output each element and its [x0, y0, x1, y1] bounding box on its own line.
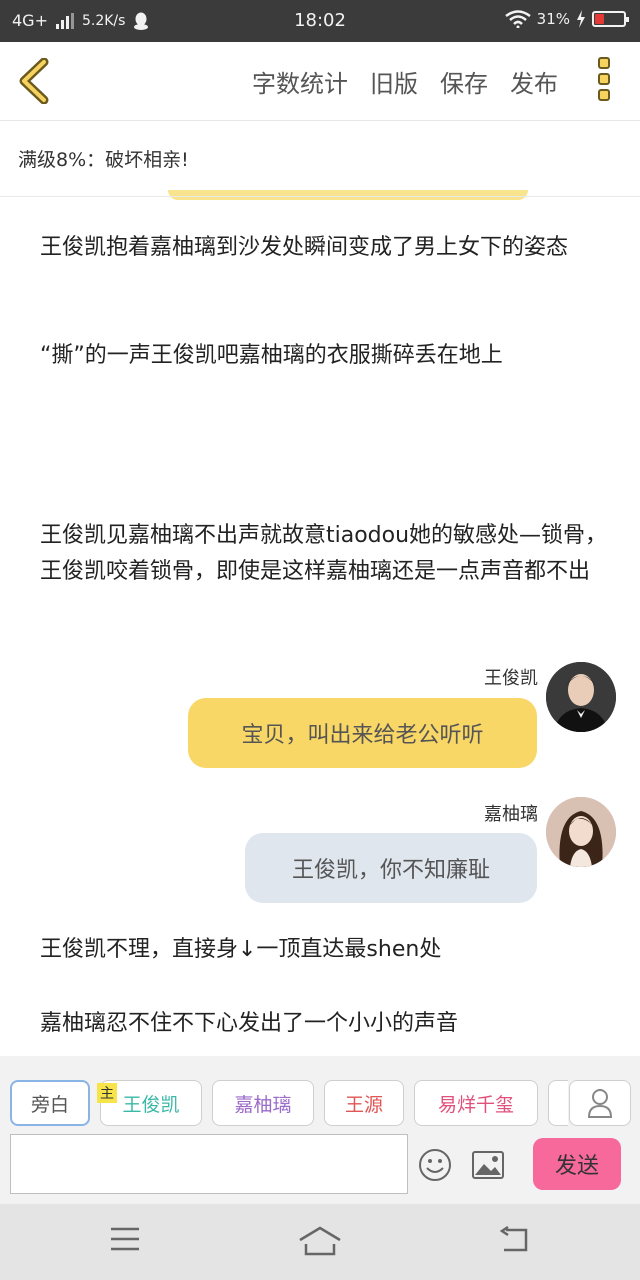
- host-tag: 主: [97, 1083, 117, 1103]
- story-paragraph: 王俊凯见嘉柚璃不出声就故意tiaodou她的敏感处—锁骨，王俊凯咬着锁骨，即使是…: [40, 523, 608, 584]
- chevron-left-icon: [19, 57, 49, 105]
- speaker-name: 嘉柚璃: [484, 804, 538, 825]
- avatar-image: [546, 797, 616, 867]
- avatar-jia-youli[interactable]: [546, 797, 616, 867]
- role-chip-narrator[interactable]: 旁白: [10, 1080, 90, 1126]
- speaker-name: 王俊凯: [484, 668, 538, 689]
- back-button[interactable]: [14, 57, 54, 105]
- top-toolbar: 字数统计 旧版 保存 发布: [0, 42, 640, 121]
- role-chip-jia-youli[interactable]: 嘉柚璃: [212, 1080, 314, 1126]
- battery-percent: 31%: [536, 10, 570, 28]
- return-icon: [499, 1225, 528, 1252]
- divider: [0, 196, 640, 197]
- return-button[interactable]: [498, 1225, 530, 1258]
- role-chip-label: 王俊凯: [122, 1093, 180, 1116]
- role-chip-label: 王源: [344, 1093, 383, 1116]
- message-input[interactable]: [10, 1134, 408, 1194]
- story-paragraph: “撕”的一声王俊凯吧嘉柚璃的衣服撕碎丢在地上: [40, 343, 503, 368]
- publish-button[interactable]: 发布: [510, 64, 558, 99]
- menu-button[interactable]: [110, 1226, 140, 1256]
- wifi-icon: [504, 10, 531, 28]
- avatar-image: [546, 662, 616, 732]
- role-chip-wang-yuan[interactable]: 王源: [324, 1080, 404, 1126]
- story-paragraph: 嘉柚璃忍不住不下心发出了一个小小的声音: [40, 1011, 459, 1036]
- story-paragraph: 王俊凯抱着嘉柚璃到沙发处瞬间变成了男上女下的姿态: [40, 235, 569, 260]
- chat-bubble: 宝贝，叫出来给老公听听: [188, 698, 537, 768]
- home-button[interactable]: [298, 1226, 342, 1262]
- image-icon: [472, 1151, 504, 1179]
- send-label: 发送: [554, 1154, 599, 1179]
- more-dot: [598, 89, 610, 101]
- more-dot: [598, 73, 610, 85]
- story-paragraph: 王俊凯不理，直接身↓一顶直达最shen处: [40, 937, 442, 962]
- system-nav-bar: [0, 1204, 640, 1280]
- battery-icon: [592, 11, 629, 27]
- save-button[interactable]: 保存: [440, 64, 488, 99]
- chat-bubble-text: 宝贝，叫出来给老公听听: [241, 723, 484, 748]
- home-icon: [299, 1226, 341, 1256]
- chat-bubble: 王俊凯，你不知廉耻: [245, 833, 537, 903]
- previous-bubble-edge: [168, 190, 528, 200]
- chat-bubble-text: 王俊凯，你不知廉耻: [291, 858, 490, 883]
- role-chip-label: 旁白: [30, 1093, 69, 1116]
- role-chip-label: 嘉柚璃: [234, 1093, 292, 1116]
- role-chip-overflow[interactable]: [548, 1080, 568, 1126]
- smiley-icon: [419, 1149, 451, 1181]
- old-version-button[interactable]: 旧版: [370, 64, 418, 99]
- role-chip-yi-yangqianxi[interactable]: 易烊千玺: [414, 1080, 538, 1126]
- word-count-button[interactable]: 字数统计: [252, 64, 348, 99]
- battery-level: [595, 14, 604, 24]
- send-button[interactable]: 发送: [533, 1138, 621, 1190]
- status-bar: 4G+ 5.2K/s 18:02 31%: [0, 0, 640, 42]
- charging-icon: [577, 10, 585, 28]
- role-manage-button[interactable]: [569, 1080, 631, 1126]
- more-button[interactable]: [598, 57, 614, 105]
- role-chip-label: 易烊千玺: [437, 1093, 514, 1116]
- avatar-wang-junkai[interactable]: [546, 662, 616, 732]
- user-icon: [587, 1089, 613, 1118]
- menu-icon: [111, 1227, 139, 1251]
- more-vertical-icon: [598, 57, 610, 69]
- emoji-button[interactable]: [418, 1148, 452, 1186]
- chapter-subtitle: 满级8%：破坏相亲!: [18, 149, 189, 171]
- image-button[interactable]: [471, 1150, 505, 1184]
